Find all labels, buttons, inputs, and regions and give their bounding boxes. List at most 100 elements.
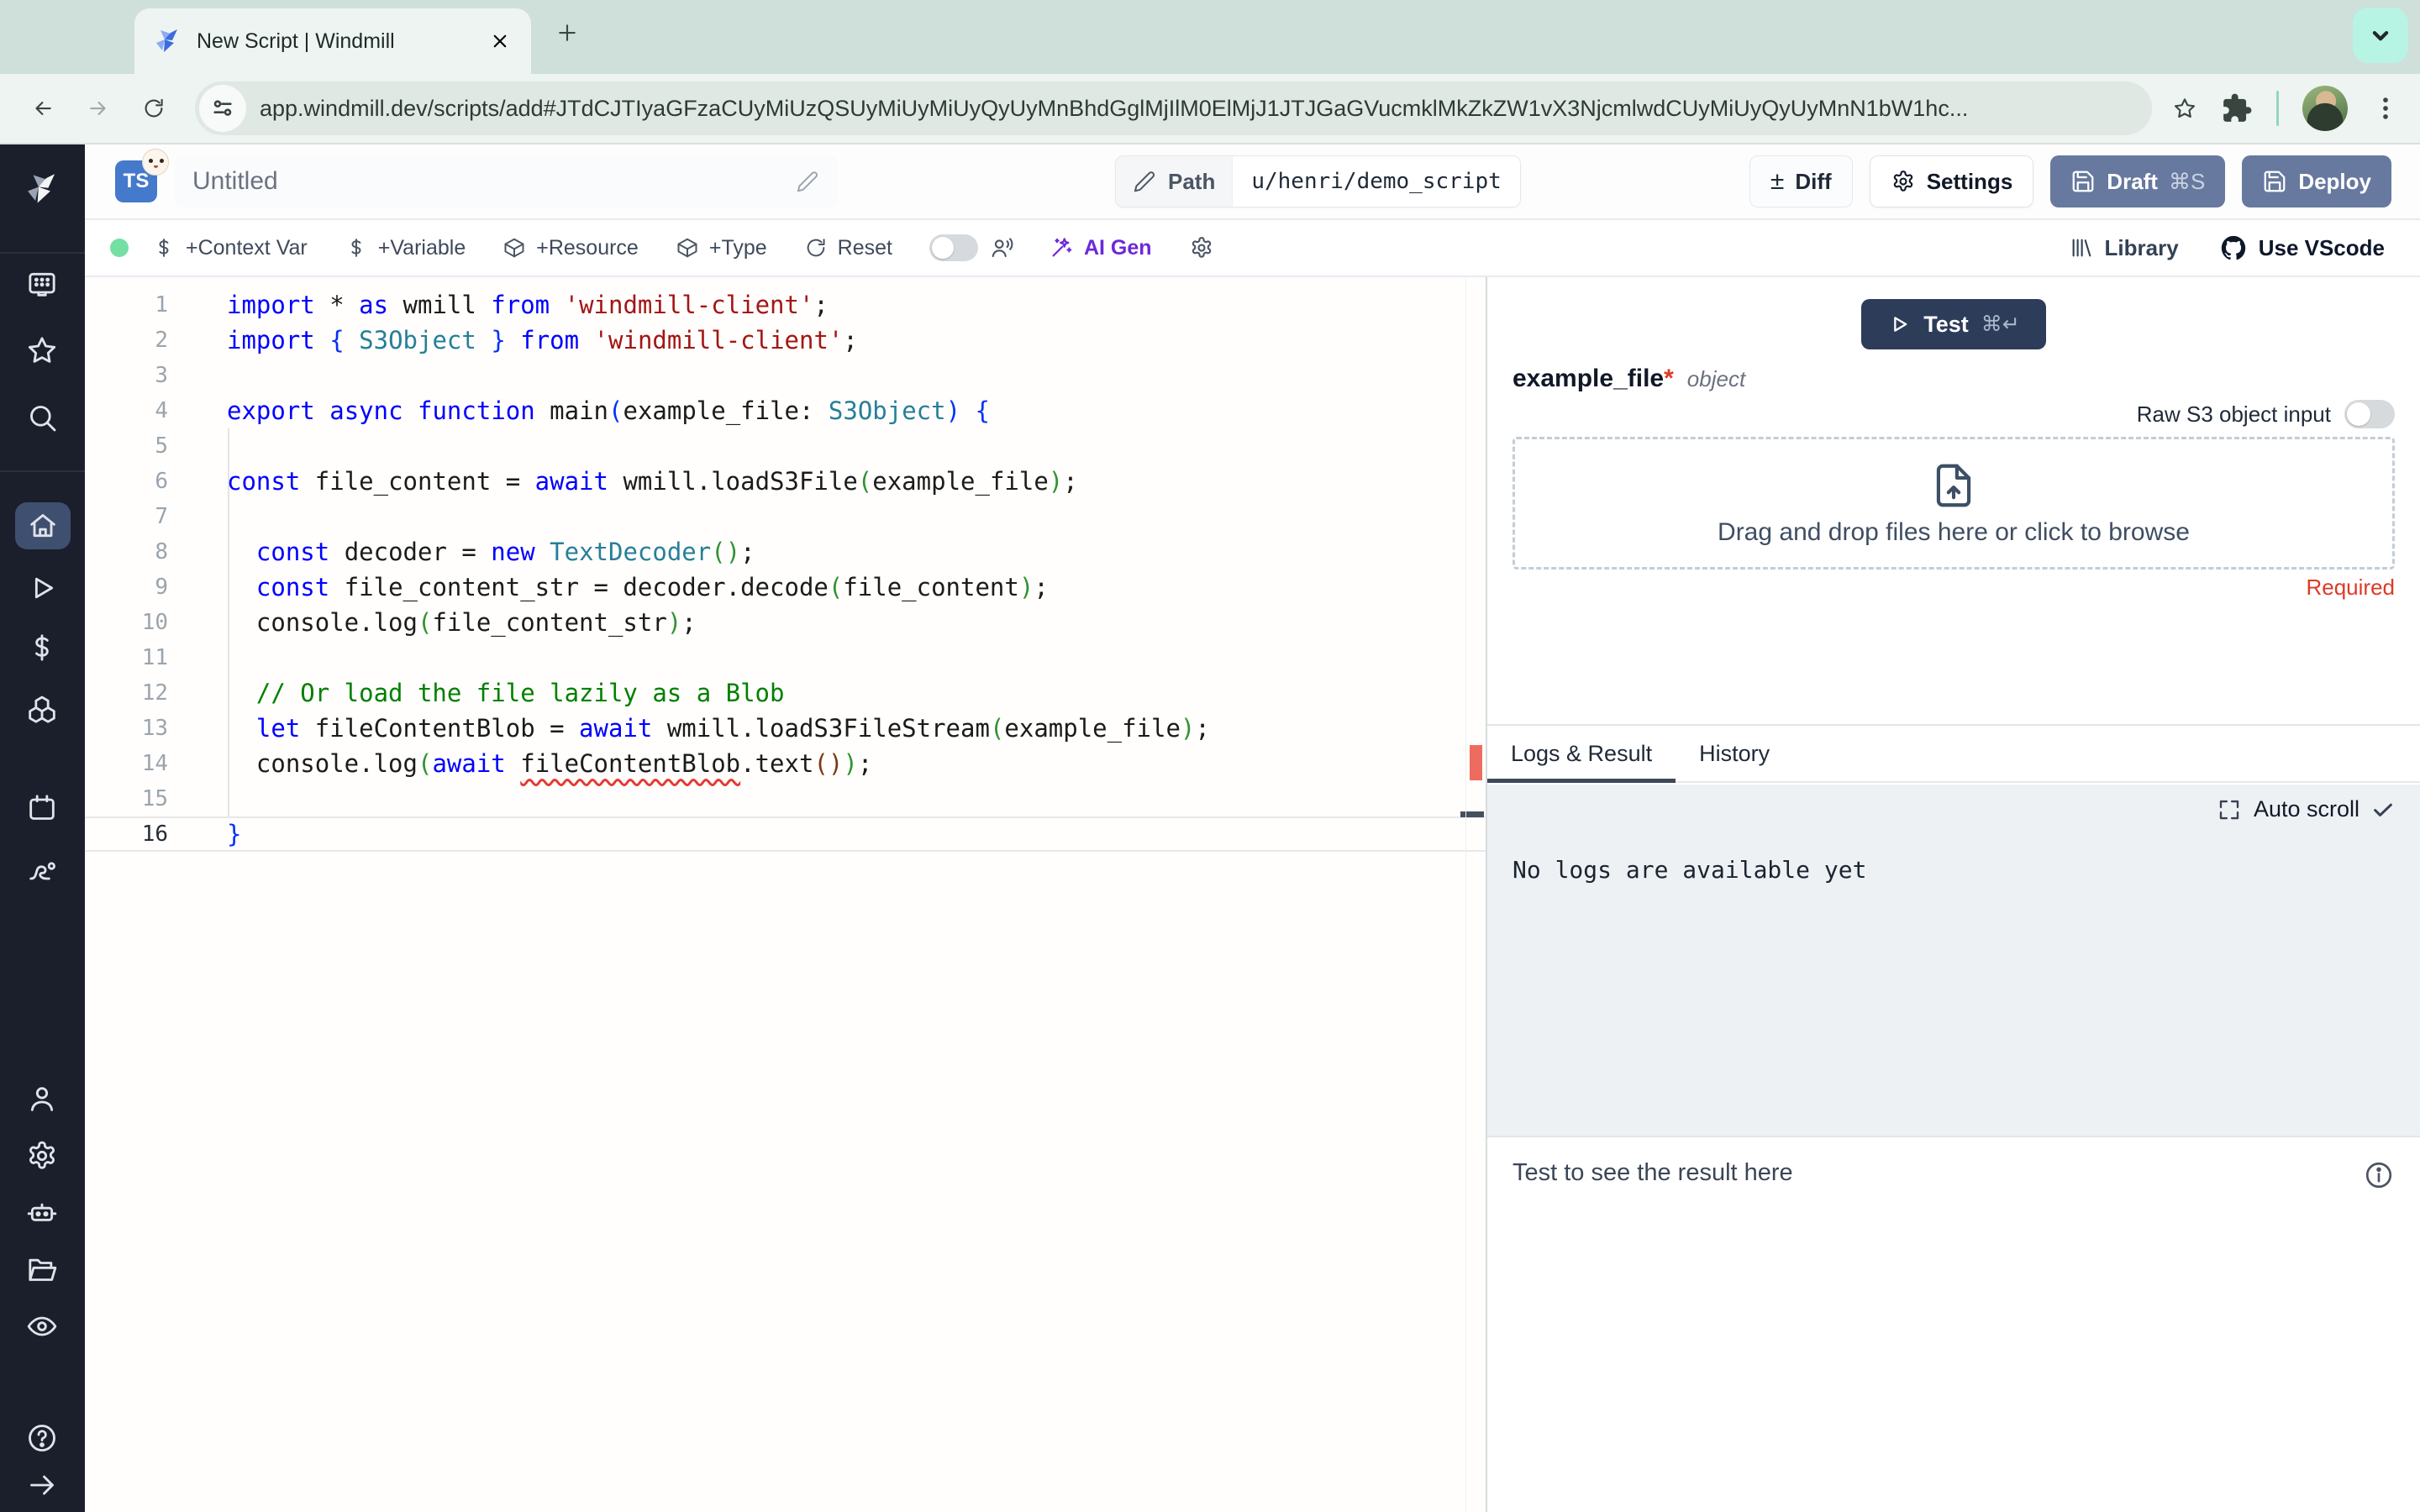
cubes-icon	[25, 693, 59, 727]
overview-ruler-cursor-marker	[1460, 811, 1484, 817]
new-tab-icon[interactable]	[555, 20, 580, 45]
extensions-icon[interactable]	[2221, 92, 2253, 124]
sidebar-item-search[interactable]	[24, 399, 60, 436]
sidebar-item-home[interactable]	[15, 502, 71, 549]
code-line-1[interactable]: 1 import * as wmill from 'windmill-client…	[85, 287, 1486, 323]
sidebar-item-folders[interactable]	[24, 1251, 60, 1288]
info-icon[interactable]	[2363, 1159, 2395, 1191]
required-asterisk: *	[1664, 365, 1674, 392]
sidebar-item-expand[interactable]	[24, 1467, 60, 1504]
editor-settings-gear-icon[interactable]	[1189, 235, 1214, 260]
draft-button[interactable]: Draft ⌘S	[2050, 155, 2226, 207]
action-reset-button[interactable]: Reset	[804, 236, 892, 260]
back-icon[interactable]	[30, 96, 55, 121]
action-label: +Resource	[536, 235, 639, 260]
code-line-10[interactable]: 10 console.log(file_content_str);	[85, 605, 1486, 640]
expand-icon[interactable]	[2217, 797, 2242, 822]
code-line-14[interactable]: 14 console.log(await fileContentBlob.tex…	[85, 746, 1486, 781]
code-line-2[interactable]: 2 import { S3Object } from 'windmill-clie…	[85, 323, 1486, 358]
sidebar-item-settings[interactable]	[24, 1137, 60, 1174]
site-settings-icon[interactable]	[199, 85, 246, 132]
sidebar-item-account[interactable]	[24, 1080, 60, 1117]
browser-tab[interactable]: New Script | Windmill	[134, 8, 531, 74]
sidebar-item-audit-logs[interactable]	[24, 1308, 60, 1345]
result-section: Test to see the result here	[1487, 1136, 2420, 1512]
app-header: TS Untitled Path u/henri/demo_script ± D…	[85, 144, 2420, 220]
chevron-down-button[interactable]	[2353, 8, 2408, 63]
logs-empty-text: No logs are available yet	[1512, 856, 1867, 884]
sidebar-item-help[interactable]	[24, 1420, 60, 1457]
multiplayer-toggle[interactable]	[929, 234, 978, 261]
code-line-11[interactable]: 11	[85, 640, 1486, 675]
script-title: Untitled	[192, 167, 278, 195]
url-bar[interactable]: app.windmill.dev/scripts/add#JTdCJTIyaGF…	[195, 81, 2152, 135]
overview-ruler-error-marker	[1470, 745, 1482, 780]
code-line-9[interactable]: 9 const file_content_str = decoder.decod…	[85, 570, 1486, 605]
tab-close-icon[interactable]	[487, 29, 513, 54]
result-placeholder: Test to see the result here	[1512, 1159, 1793, 1186]
sidebar-item-variables[interactable]	[24, 629, 60, 666]
code-line-13[interactable]: 13 let fileContentBlob = await wmill.loa…	[85, 711, 1486, 746]
play-icon	[25, 571, 59, 605]
multiplayer-user-icon	[990, 235, 1015, 260]
action-label: +Type	[708, 235, 767, 260]
avatar[interactable]	[2302, 86, 2348, 131]
diff-button[interactable]: ± Diff	[1749, 155, 1853, 207]
action-type-button[interactable]: +Type	[676, 236, 767, 260]
browser-menu-icon[interactable]	[2371, 94, 2400, 123]
path-group[interactable]: Path u/henri/demo_script	[1115, 155, 1521, 207]
code-text: // Or load the file lazily as a Blob	[227, 679, 785, 707]
test-button[interactable]: Test ⌘↵	[1861, 299, 2046, 349]
required-hint: Required	[2306, 575, 2395, 600]
code-line-8[interactable]: 8 const decoder = new TextDecoder();	[85, 534, 1486, 570]
tab-history[interactable]: History	[1676, 726, 1793, 781]
code-line-12[interactable]: 12 // Or load the file lazily as a Blob	[85, 675, 1486, 711]
settings-button[interactable]: Settings	[1869, 155, 2034, 207]
route-icon	[25, 853, 59, 887]
package-icon	[502, 236, 526, 260]
tab-logs-result[interactable]: Logs & Result	[1487, 726, 1676, 783]
action-variable-button[interactable]: +Variable	[345, 236, 466, 260]
code-line-15[interactable]: 15	[85, 781, 1486, 816]
windmill-logo-icon	[24, 170, 62, 208]
code-line-6[interactable]: 6 const file_content = await wmill.loadS3…	[85, 464, 1486, 499]
edit-path-pencil-icon	[1133, 170, 1156, 193]
edit-title-pencil-icon[interactable]	[796, 170, 819, 193]
code-text: import { S3Object } from 'windmill-clien…	[227, 326, 858, 354]
sidebar-divider	[0, 470, 85, 472]
bookmark-star-icon[interactable]	[2172, 96, 2197, 121]
auto-scroll-label[interactable]: Auto scroll	[2254, 796, 2360, 822]
star-icon	[25, 333, 59, 367]
action-resource-button[interactable]: +Resource	[502, 236, 639, 260]
use-vscode-button[interactable]: Use VScode	[2219, 234, 2385, 262]
sidebar-item-favorites[interactable]	[24, 332, 60, 369]
library-button[interactable]: Library	[2069, 235, 2179, 261]
raw-s3-toggle[interactable]	[2344, 400, 2395, 428]
sidebar-item-runs[interactable]	[24, 570, 60, 606]
deploy-button-label: Deploy	[2298, 168, 2371, 194]
deploy-button[interactable]: Deploy	[2242, 155, 2391, 207]
sidebar-item-workspace[interactable]	[24, 265, 60, 302]
sidebar-item-resources[interactable]	[24, 691, 60, 728]
profile-separator	[2276, 91, 2279, 126]
library-label: Library	[2104, 234, 2179, 260]
action-contextvar-button[interactable]: +Context Var	[152, 236, 308, 260]
chevron-down-icon	[2366, 21, 2395, 50]
action-label: +Variable	[377, 235, 466, 260]
code-line-4[interactable]: 4 export async function main(example_file…	[85, 393, 1486, 428]
script-title-field[interactable]: Untitled	[174, 155, 838, 207]
code-line-16[interactable]: 16}	[85, 816, 1486, 852]
forward-icon[interactable]	[86, 96, 111, 121]
test-shortcut: ⌘↵	[1981, 312, 2020, 336]
path-label-segment[interactable]: Path	[1116, 156, 1234, 207]
ai-gen-button[interactable]: AI Gen	[1049, 235, 1152, 260]
sidebar-item-schedules[interactable]	[24, 790, 60, 827]
reload-icon[interactable]	[141, 96, 166, 121]
file-dropzone[interactable]: Drag and drop files here or click to bro…	[1512, 437, 2395, 570]
code-line-5[interactable]: 5	[85, 428, 1486, 464]
sidebar-item-workers[interactable]	[24, 1194, 60, 1231]
code-line-7[interactable]: 7	[85, 499, 1486, 534]
code-line-3[interactable]: 3	[85, 358, 1486, 393]
code-editor[interactable]: 1 import * as wmill from 'windmill-client…	[85, 277, 1486, 1512]
sidebar-item-flows[interactable]	[24, 852, 60, 889]
